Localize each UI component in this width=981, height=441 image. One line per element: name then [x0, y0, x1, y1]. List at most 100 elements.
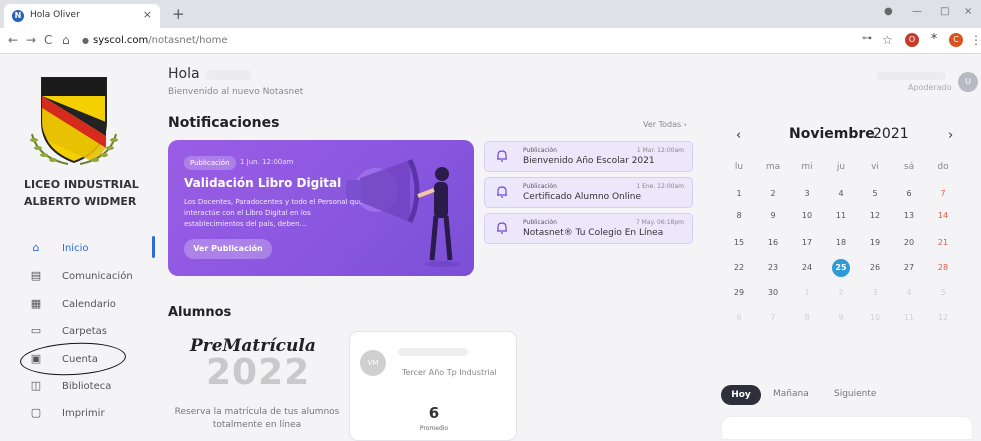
sidebar-item-carpetas[interactable]: ▭ Carpetas [30, 323, 160, 343]
extensions-puzzle-icon[interactable]: * [927, 33, 941, 47]
calendar-day[interactable]: 8 [729, 207, 749, 225]
calendar-day[interactable]: 5 [865, 185, 885, 203]
calendar-day[interactable]: 3 [865, 284, 885, 302]
calendar-day[interactable]: 9 [831, 309, 851, 327]
notification-date: 7 May. 06:18pm [635, 219, 684, 226]
calendar-day[interactable]: 2 [831, 284, 851, 302]
calendar-weekday: ma [765, 162, 781, 172]
notification-item[interactable]: Publicación 7 May. 06:18pm Notasnet® Tu … [484, 213, 693, 244]
calendar-day[interactable]: 21 [933, 234, 953, 252]
home-icon[interactable]: ⌂ [62, 33, 70, 47]
calendar-month: Noviembre [789, 126, 875, 142]
calendar-next-button[interactable]: › [948, 128, 953, 143]
calendar-day[interactable]: 8 [797, 309, 817, 327]
sidebar-item-calendario[interactable]: ▦ Calendario [30, 296, 160, 316]
calendar-day[interactable]: 24 [797, 259, 817, 277]
calendar-day[interactable]: 3 [797, 185, 817, 203]
featured-notification-card[interactable]: Publicación 1 Jun. 12:00am Validación Li… [168, 140, 474, 276]
redacted-student-name [398, 348, 468, 356]
see-all-link[interactable]: Ver Todas › [643, 120, 687, 129]
school-name-line2: ALBERTO WIDMER [24, 195, 137, 208]
calendar-day[interactable]: 1 [729, 185, 749, 203]
window-close-icon[interactable]: × [964, 6, 972, 17]
student-course: Tercer Año Tp Industrial [402, 368, 497, 377]
calendar-day[interactable]: 9 [763, 207, 783, 225]
calendar-day[interactable]: 6 [729, 309, 749, 327]
calendar-day[interactable]: 10 [865, 309, 885, 327]
tab-hoy[interactable]: Hoy [721, 385, 761, 405]
calendar-day[interactable]: 4 [899, 284, 919, 302]
back-icon[interactable]: ← [8, 33, 18, 47]
notifications-title: Notificaciones [168, 115, 280, 131]
sidebar-item-biblioteca[interactable]: ◫ Biblioteca [30, 378, 160, 398]
calendar-weekday: ju [836, 162, 846, 172]
calendar-day[interactable]: 12 [933, 309, 953, 327]
calendar-day[interactable]: 27 [899, 259, 919, 277]
url-host: syscol.com [92, 35, 149, 46]
new-tab-button[interactable]: + [172, 5, 185, 23]
calendar-day[interactable]: 29 [729, 284, 749, 302]
url-field[interactable]: ● syscol.com/notasnet/home [82, 33, 227, 49]
student-average-label: Promedio [419, 425, 449, 432]
key-icon[interactable]: ⊶ [862, 33, 872, 44]
school-logo [30, 77, 118, 165]
calendar-day[interactable]: 18 [831, 234, 851, 252]
calendar-prev-button[interactable]: ‹ [736, 128, 741, 143]
calendar-day[interactable]: 11 [831, 207, 851, 225]
calendar-day[interactable]: 20 [899, 234, 919, 252]
tab-close-icon[interactable]: × [143, 8, 152, 21]
minimize-icon[interactable]: — [912, 6, 922, 17]
calendar-day[interactable]: 16 [763, 234, 783, 252]
home-icon: ⌂ [32, 241, 40, 254]
calendar-day[interactable]: 11 [899, 309, 919, 327]
calendar-day[interactable]: 10 [797, 207, 817, 225]
calendar-day[interactable]: 19 [865, 234, 885, 252]
calendar-day[interactable]: 30 [763, 284, 783, 302]
sidebar-item-label: Biblioteca [62, 381, 112, 392]
calendar-day[interactable]: 14 [933, 207, 953, 225]
extension-opera-icon[interactable]: O [905, 33, 919, 47]
calendar-day[interactable]: 2 [763, 185, 783, 203]
calendar-day[interactable]: 17 [797, 234, 817, 252]
profile-dot-icon[interactable]: ● [884, 6, 893, 17]
calendar-day[interactable]: 28 [933, 259, 953, 277]
calendar-day[interactable]: 22 [729, 259, 749, 277]
calendar-day[interactable]: 26 [865, 259, 885, 277]
calendar-day[interactable]: 1 [797, 284, 817, 302]
calendar-day[interactable]: 5 [933, 284, 953, 302]
user-avatar[interactable]: U [958, 72, 978, 92]
calendar-day[interactable]: 23 [763, 259, 783, 277]
maximize-icon[interactable]: □ [940, 6, 949, 17]
tab-siguiente[interactable]: Siguiente [834, 389, 876, 399]
forward-icon[interactable]: → [26, 33, 36, 47]
sidebar-item-inicio[interactable]: ⌂ Inicio [30, 240, 160, 260]
profile-icon[interactable]: C [949, 33, 963, 47]
notification-category: Publicación [523, 183, 557, 190]
reload-icon[interactable]: C [44, 33, 52, 47]
notification-item[interactable]: Publicación 1 Ene. 12:00am Certificado A… [484, 177, 693, 208]
calendar-day[interactable]: 7 [763, 309, 783, 327]
view-publication-button[interactable]: Ver Publicación [184, 239, 272, 259]
notification-item[interactable]: Publicación 1 Mar. 12:00am Bienvenido Añ… [484, 141, 693, 172]
calendar-day[interactable]: 4 [831, 185, 851, 203]
megaphone-illustration [346, 158, 460, 267]
calendar-day[interactable]: 13 [899, 207, 919, 225]
calendar-day[interactable]: 25 [832, 259, 850, 277]
sidebar-item-comunicacion[interactable]: ▤ Comunicación [30, 268, 160, 288]
calendar-day[interactable]: 7 [933, 185, 953, 203]
bookmark-star-icon[interactable]: ☆ [882, 33, 893, 47]
student-card[interactable]: VM Tercer Año Tp Industrial 6 Promedio [349, 331, 517, 441]
calendar-day[interactable]: 12 [865, 207, 885, 225]
message-icon: ▤ [30, 269, 42, 282]
browser-menu-icon[interactable]: ⋮ [970, 33, 981, 47]
notification-date: 1 Mar. 12:00am [636, 147, 684, 154]
calendar-weekday: do [937, 162, 949, 172]
browser-tab[interactable]: N Hola Oliver × [4, 4, 160, 28]
prematricula-text: Reserva la matrícula de tus alumnos tota… [174, 407, 340, 430]
prematricula-banner[interactable]: PreMatrícula 2022 Reserva la matrícula d… [168, 332, 340, 436]
calendar-day[interactable]: 15 [729, 234, 749, 252]
sidebar-item-label: Calendario [62, 299, 116, 310]
sidebar-item-imprimir[interactable]: ▢ Imprimir [30, 405, 160, 425]
tab-manana[interactable]: Mañana [773, 389, 809, 399]
calendar-day[interactable]: 6 [899, 185, 919, 203]
